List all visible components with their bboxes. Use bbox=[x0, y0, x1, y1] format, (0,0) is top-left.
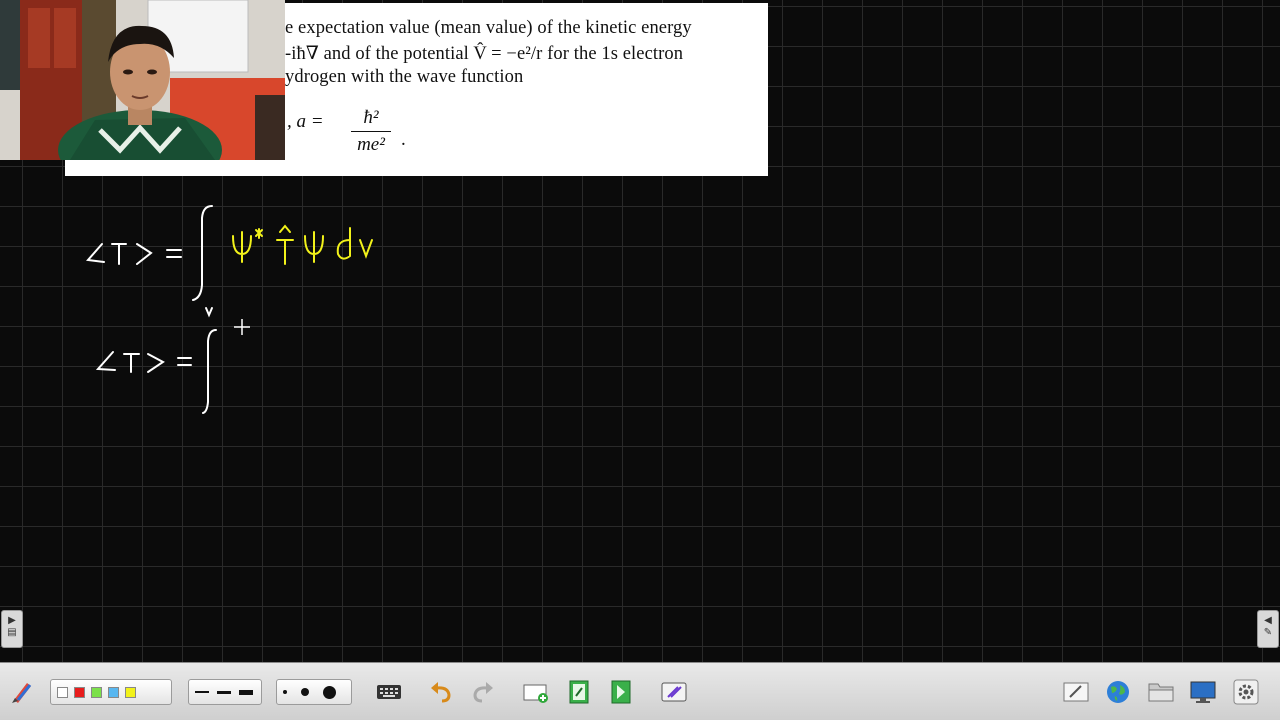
color-white-swatch[interactable] bbox=[57, 686, 68, 698]
expand-left-arrow-icon: ◀ bbox=[1264, 615, 1272, 626]
edit-icon[interactable] bbox=[1062, 678, 1090, 706]
ink-eq1-rhs bbox=[232, 224, 373, 265]
whiteboard-canvas[interactable]: e expectation value (mean value) of the … bbox=[0, 0, 1280, 662]
line-medium-option[interactable] bbox=[217, 690, 231, 694]
line-thick-option[interactable] bbox=[239, 689, 253, 695]
keyboard-icon[interactable] bbox=[375, 678, 403, 706]
tools-icon: ✎ bbox=[1263, 627, 1273, 638]
line-width-picker bbox=[188, 679, 262, 705]
ink-eq2-lhs bbox=[95, 329, 217, 414]
dot-medium-option[interactable] bbox=[301, 688, 309, 696]
next-page-icon[interactable] bbox=[607, 678, 635, 706]
line-thin-option[interactable] bbox=[195, 691, 209, 693]
color-red-swatch[interactable] bbox=[74, 686, 85, 698]
bottom-toolbar bbox=[0, 662, 1280, 720]
right-panel-toggle[interactable]: ◀ ✎ bbox=[1257, 610, 1279, 648]
handwriting-layer bbox=[86, 205, 373, 414]
trash-icon: ▤ bbox=[7, 627, 17, 638]
pen-menu-icon[interactable] bbox=[8, 678, 36, 706]
color-blue-swatch[interactable] bbox=[108, 686, 119, 698]
dot-large-option[interactable] bbox=[323, 685, 336, 699]
point-size-picker bbox=[276, 679, 352, 705]
prev-page-icon[interactable] bbox=[565, 678, 593, 706]
color-green-swatch[interactable] bbox=[91, 686, 102, 698]
expand-right-arrow-icon: ▶ bbox=[8, 615, 16, 626]
undo-icon[interactable] bbox=[427, 678, 455, 706]
ink-eq1-lhs bbox=[86, 205, 213, 318]
color-palette bbox=[50, 679, 172, 705]
folder-icon[interactable] bbox=[1147, 678, 1175, 706]
screen-icon[interactable] bbox=[1189, 678, 1217, 706]
add-page-icon[interactable] bbox=[522, 678, 550, 706]
crosshair-cursor bbox=[234, 319, 250, 335]
left-panel-toggle[interactable]: ▶ ▤ bbox=[1, 610, 23, 648]
globe-icon[interactable] bbox=[1104, 678, 1132, 706]
color-yellow-swatch[interactable] bbox=[125, 686, 136, 698]
dot-small-option[interactable] bbox=[283, 690, 287, 694]
eraser-icon[interactable] bbox=[660, 678, 688, 706]
settings-icon[interactable] bbox=[1232, 678, 1260, 706]
redo-icon[interactable] bbox=[469, 678, 497, 706]
